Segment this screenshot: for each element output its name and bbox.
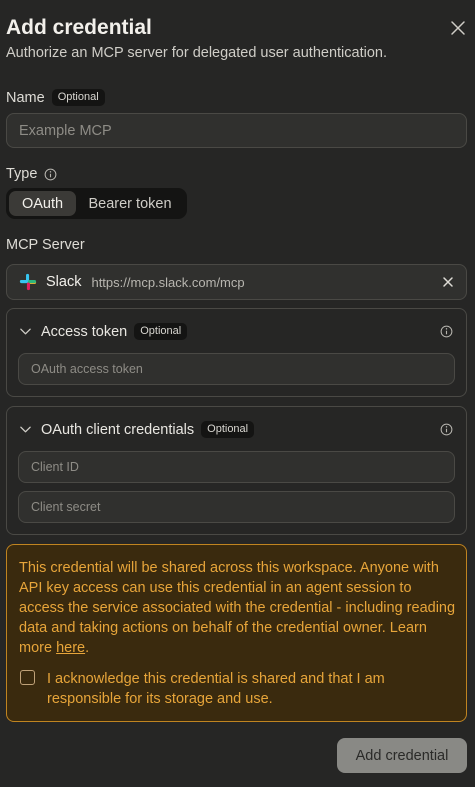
info-icon[interactable]: [440, 423, 453, 436]
optional-badge: Optional: [51, 89, 105, 106]
name-input[interactable]: [6, 113, 467, 148]
shared-credential-warning: This credential will be shared across th…: [6, 544, 467, 722]
access-token-panel: Access token Optional: [6, 308, 467, 397]
info-icon[interactable]: [440, 325, 453, 338]
access-token-title: Access token: [41, 323, 128, 340]
mcp-server-name: Slack: [46, 274, 82, 290]
type-option-bearer-token[interactable]: Bearer token: [76, 191, 184, 216]
client-credentials-title: OAuth client credentials: [41, 421, 195, 438]
acknowledge-checkbox[interactable]: [20, 670, 35, 685]
access-token-input[interactable]: [18, 353, 455, 385]
info-icon[interactable]: [44, 168, 57, 181]
access-token-toggle[interactable]: Access token Optional: [19, 323, 188, 340]
dialog-title: Add credential: [6, 16, 152, 39]
remove-server-icon[interactable]: [442, 276, 454, 288]
name-label: Name: [6, 89, 45, 106]
client-secret-input[interactable]: [18, 491, 455, 523]
mcp-server-url: https://mcp.slack.com/mcp: [91, 274, 245, 290]
close-icon[interactable]: [449, 19, 467, 37]
dialog-subtitle: Authorize an MCP server for delegated us…: [6, 45, 387, 61]
client-id-input[interactable]: [18, 451, 455, 483]
type-segmented-control: OAuth Bearer token: [6, 188, 187, 219]
warning-suffix: .: [85, 640, 90, 656]
type-option-oauth[interactable]: OAuth: [9, 191, 76, 216]
acknowledge-label[interactable]: I acknowledge this credential is shared …: [47, 669, 457, 709]
type-label: Type: [6, 166, 38, 182]
optional-badge: Optional: [201, 421, 255, 438]
optional-badge: Optional: [134, 323, 188, 340]
name-label-row: Name Optional: [6, 89, 105, 106]
client-credentials-toggle[interactable]: OAuth client credentials Optional: [19, 421, 255, 438]
chevron-down-icon: [20, 328, 31, 335]
learn-more-link[interactable]: here: [56, 640, 85, 656]
chevron-down-icon: [20, 426, 31, 433]
client-credentials-panel: OAuth client credentials Optional: [6, 406, 467, 535]
slack-logo: [19, 273, 37, 291]
type-label-row: Type: [6, 166, 57, 182]
mcp-server-selection[interactable]: Slack https://mcp.slack.com/mcp: [6, 264, 467, 300]
warning-text: This credential will be shared across th…: [19, 558, 459, 658]
mcp-server-label: MCP Server: [6, 237, 85, 253]
add-credential-button[interactable]: Add credential: [337, 738, 467, 773]
